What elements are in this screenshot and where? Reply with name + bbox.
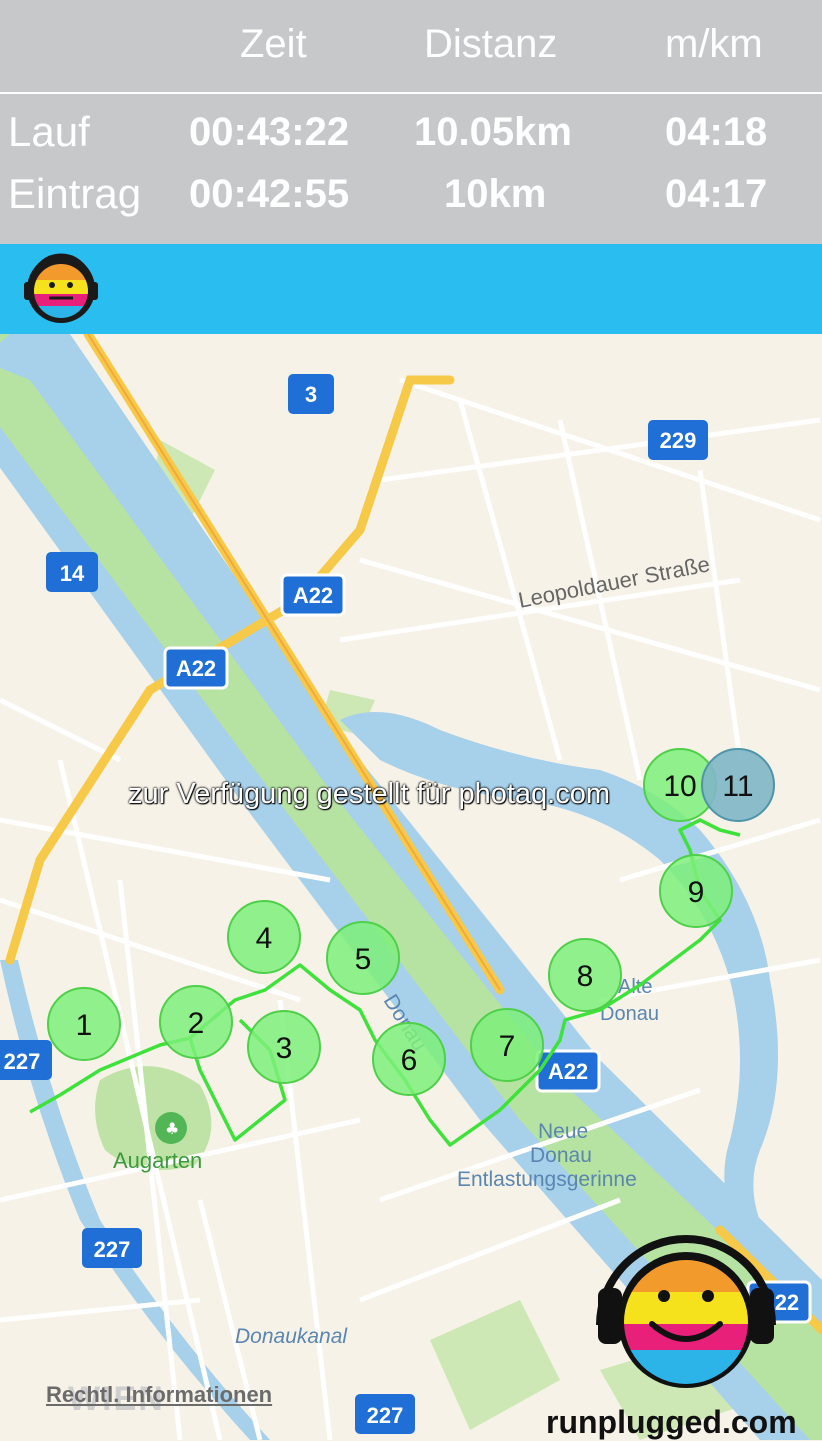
- eintrag-distanz: 10km: [444, 172, 547, 216]
- route-map[interactable]: Leopoldauer Straße Augarten ♣ Donau Alte…: [0, 334, 822, 1440]
- eintrag-pace: 04:17: [665, 172, 768, 216]
- km-marker-11[interactable]: 11: [701, 748, 775, 822]
- km-marker-2[interactable]: 2: [159, 985, 233, 1059]
- brand-url: runplugged.com: [546, 1404, 797, 1440]
- lauf-pace: 04:18: [665, 110, 768, 154]
- km-marker-6[interactable]: 6: [372, 1022, 446, 1096]
- header-distanz: Distanz: [424, 22, 558, 66]
- svg-text:9: 9: [688, 876, 705, 909]
- svg-text:3: 3: [276, 1032, 293, 1065]
- row-label-lauf: Lauf: [8, 108, 90, 155]
- svg-text:10: 10: [663, 770, 696, 803]
- label-entlastungsgerinne: Entlastungsgerinne: [457, 1168, 637, 1191]
- km-marker-8[interactable]: 8: [548, 938, 622, 1012]
- shield-3: 3: [288, 374, 334, 414]
- app-bar: [0, 244, 822, 334]
- label-donaukanal: Donaukanal: [235, 1325, 348, 1348]
- km-marker-5[interactable]: 5: [326, 921, 400, 995]
- label-neue-donau: Donau: [530, 1144, 592, 1167]
- km-marker-4[interactable]: 4: [227, 900, 301, 974]
- legal-info-link[interactable]: Rechtl. Informationen: [46, 1382, 272, 1408]
- km-marker-7[interactable]: 7: [470, 1008, 544, 1082]
- map-canvas[interactable]: Leopoldauer Straße Augarten ♣ Donau Alte…: [0, 334, 822, 1440]
- lauf-zeit: 00:43:22: [189, 110, 350, 154]
- svg-text:14: 14: [60, 561, 85, 586]
- svg-text:A22: A22: [548, 1059, 588, 1084]
- svg-text:229: 229: [660, 428, 697, 453]
- svg-text:227: 227: [94, 1237, 131, 1262]
- km-marker-1[interactable]: 1: [47, 987, 121, 1061]
- svg-text:8: 8: [577, 960, 594, 993]
- svg-text:A22: A22: [176, 656, 216, 681]
- shield-227-3: 227: [355, 1394, 415, 1434]
- svg-text:2: 2: [188, 1007, 205, 1040]
- app-logo-icon[interactable]: [0, 244, 822, 334]
- svg-text:6: 6: [401, 1044, 418, 1077]
- shield-229: 229: [648, 420, 708, 460]
- svg-text:5: 5: [355, 943, 372, 976]
- shield-227-1: 227: [0, 1040, 52, 1080]
- header-pace: m/km: [665, 22, 763, 66]
- km-marker-9[interactable]: 9: [659, 854, 733, 928]
- eintrag-zeit: 00:42:55: [189, 172, 350, 216]
- svg-text:1: 1: [76, 1009, 93, 1042]
- svg-text:3: 3: [305, 382, 317, 407]
- shield-a22-3: A22: [535, 1049, 601, 1093]
- shield-a22-1: A22: [280, 573, 346, 617]
- shield-a22-2: A22: [163, 646, 229, 690]
- shield-227-2: 227: [82, 1228, 142, 1268]
- svg-text:4: 4: [256, 922, 273, 955]
- svg-text:11: 11: [722, 770, 753, 803]
- stats-divider: [0, 92, 822, 94]
- svg-text:♣: ♣: [165, 1119, 179, 1138]
- lauf-distanz: 10.05km: [414, 110, 572, 154]
- svg-text:227: 227: [367, 1403, 404, 1428]
- km-marker-3[interactable]: 3: [247, 1010, 321, 1084]
- svg-text:7: 7: [499, 1030, 516, 1063]
- shield-14: 14: [46, 552, 98, 592]
- stats-panel: Zeit Distanz m/km Lauf 00:43:22 10.05km …: [0, 0, 822, 244]
- label-neue: Neue: [538, 1120, 588, 1143]
- header-zeit: Zeit: [240, 22, 307, 66]
- svg-text:227: 227: [4, 1049, 41, 1074]
- label-augarten: Augarten: [113, 1148, 202, 1173]
- svg-text:A22: A22: [293, 583, 333, 608]
- row-label-eintrag: Eintrag: [8, 170, 142, 217]
- watermark-text: zur Verfügung gestellt für photaq.com: [128, 778, 611, 810]
